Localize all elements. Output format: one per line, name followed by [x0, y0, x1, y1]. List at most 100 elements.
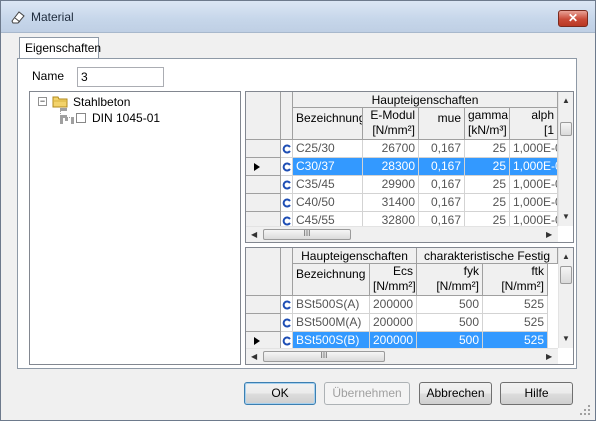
col-header-ecs[interactable]: Ecs [N/mm²]: [370, 264, 417, 296]
cell-bezeichnung[interactable]: BSt500S(A): [293, 296, 370, 314]
collapse-icon[interactable]: −: [38, 97, 47, 106]
tab-eigenschaften[interactable]: Eigenschaften: [19, 37, 101, 59]
cell-emodul[interactable]: 26700: [363, 140, 419, 158]
col-unit: [N/mm²]: [501, 279, 544, 293]
steel-grid[interactable]: Haupteigenschaften charakteristische Fes…: [245, 247, 574, 365]
refresh-icon: [282, 336, 291, 346]
vertical-scrollbar[interactable]: ▲ ▼: [558, 248, 573, 348]
horizontal-scrollbar[interactable]: ◀ III ▶: [246, 348, 558, 364]
cell-emodul[interactable]: 28300: [363, 158, 419, 176]
resize-grip-icon[interactable]: [579, 404, 591, 416]
refresh-icon: [282, 216, 291, 226]
cell-ecs[interactable]: 200000: [370, 296, 417, 314]
col-label: E-Modul: [370, 108, 415, 122]
apply-button[interactable]: Übernehmen: [324, 382, 410, 405]
scroll-down-icon[interactable]: ▼: [562, 334, 570, 343]
cell-bezeichnung[interactable]: C30/37: [293, 158, 363, 176]
cell-bezeichnung[interactable]: C25/30: [293, 140, 363, 158]
group-header-main: Haupteigenschaften: [293, 248, 417, 264]
col-header-alpha[interactable]: alph [1: [510, 108, 558, 140]
row-header[interactable]: [246, 176, 281, 194]
scroll-up-icon[interactable]: ▲: [562, 96, 570, 105]
col-unit: [kN/m³]: [468, 123, 507, 137]
cell-fyk[interactable]: 500: [417, 314, 483, 332]
folder-icon: [52, 96, 68, 108]
scroll-down-icon[interactable]: ▼: [562, 212, 570, 221]
tree-item-din-1045-01[interactable]: DIN 1045-01: [92, 111, 160, 125]
cell-ftk[interactable]: 525: [483, 296, 548, 314]
cell-mue[interactable]: 0,167: [419, 140, 465, 158]
col-unit: [N/mm²]: [436, 279, 479, 293]
col-header-bezeichnung[interactable]: Bezeichnung: [293, 108, 363, 140]
cell-mue[interactable]: 0,167: [419, 176, 465, 194]
scroll-left-icon[interactable]: ◀: [251, 352, 257, 361]
row-header-corner: [246, 248, 281, 296]
col-label: fyk: [463, 264, 479, 278]
eraser-icon: [11, 11, 25, 24]
refresh-icon: [282, 318, 291, 328]
col-unit: [N/mm²]: [372, 123, 415, 137]
group-header-strength: charakteristische Festig: [417, 248, 558, 264]
concrete-grid[interactable]: Haupteigenschaften Bezeichnung E-Modul […: [245, 91, 574, 243]
current-row-icon: [254, 163, 260, 171]
cell-mue[interactable]: 0,167: [419, 158, 465, 176]
horizontal-scrollbar[interactable]: ◀ III ▶: [246, 226, 558, 242]
refresh-icon: [282, 162, 291, 172]
cell-gamma[interactable]: 25: [465, 194, 510, 212]
row-header[interactable]: [246, 158, 281, 176]
scroll-up-icon[interactable]: ▲: [562, 252, 570, 261]
ok-button[interactable]: OK: [244, 382, 316, 405]
title-bar[interactable]: Material ✕: [1, 1, 595, 33]
col-header-bezeichnung[interactable]: Bezeichnung: [293, 264, 370, 296]
col-header-fyk[interactable]: fyk [N/mm²]: [417, 264, 483, 296]
cell-emodul[interactable]: 31400: [363, 194, 419, 212]
cell-alpha[interactable]: 1,000E-0: [510, 194, 558, 212]
col-header-gamma[interactable]: gamma [kN/m³]: [465, 108, 510, 140]
scroll-right-icon[interactable]: ▶: [546, 230, 552, 239]
col-unit: [1: [543, 123, 554, 137]
col-header-mue[interactable]: mue: [419, 108, 465, 140]
cell-gamma[interactable]: 25: [465, 140, 510, 158]
name-input[interactable]: [77, 67, 164, 87]
tree-item-stahlbeton[interactable]: Stahlbeton: [73, 95, 130, 109]
cell-emodul[interactable]: 29900: [363, 176, 419, 194]
name-label: Name: [32, 69, 65, 83]
cancel-button[interactable]: Abbrechen: [419, 382, 492, 405]
col-label: gamma: [468, 108, 509, 122]
node-icon: [76, 113, 86, 123]
cell-gamma[interactable]: 25: [465, 176, 510, 194]
cell-bezeichnung[interactable]: C35/45: [293, 176, 363, 194]
scroll-thumb[interactable]: [560, 122, 572, 136]
row-header[interactable]: [246, 296, 281, 314]
row-header[interactable]: [246, 140, 281, 158]
cell-bezeichnung[interactable]: C40/50: [293, 194, 363, 212]
col-label: Ecs: [392, 264, 413, 278]
cell-alpha[interactable]: 1,000E-0: [510, 176, 558, 194]
col-unit: [N/mm²]: [373, 279, 416, 293]
cell-ecs[interactable]: 200000: [370, 314, 417, 332]
material-tree[interactable]: − Stahlbeton DIN 1045-01: [29, 91, 241, 365]
help-button[interactable]: Hilfe: [500, 382, 573, 405]
icon-col-header: [281, 248, 293, 296]
scroll-thumb[interactable]: [560, 266, 572, 284]
cell-ftk[interactable]: 525: [483, 314, 548, 332]
scroll-thumb[interactable]: III: [263, 229, 351, 240]
col-header-ftk[interactable]: ftk [N/mm²]: [483, 264, 548, 296]
row-header[interactable]: [246, 314, 281, 332]
row-header[interactable]: [246, 194, 281, 212]
cell-alpha[interactable]: 1,000E-0: [510, 140, 558, 158]
vertical-scrollbar[interactable]: ▲ ▼: [558, 92, 573, 226]
col-label: alph: [531, 108, 554, 122]
cell-alpha[interactable]: 1,000E-0: [510, 158, 558, 176]
col-header-emodul[interactable]: E-Modul [N/mm²]: [363, 108, 419, 140]
cell-fyk[interactable]: 500: [417, 296, 483, 314]
scroll-right-icon[interactable]: ▶: [546, 352, 552, 361]
cell-mue[interactable]: 0,167: [419, 194, 465, 212]
icon-col-header: [281, 92, 293, 140]
close-button[interactable]: ✕: [558, 10, 588, 27]
cell-gamma[interactable]: 25: [465, 158, 510, 176]
scroll-thumb[interactable]: III: [263, 351, 385, 362]
material-dialog: Material ✕ Eigenschaften Name − Stahlbet…: [0, 0, 596, 421]
scroll-left-icon[interactable]: ◀: [251, 230, 257, 239]
cell-bezeichnung[interactable]: BSt500M(A): [293, 314, 370, 332]
